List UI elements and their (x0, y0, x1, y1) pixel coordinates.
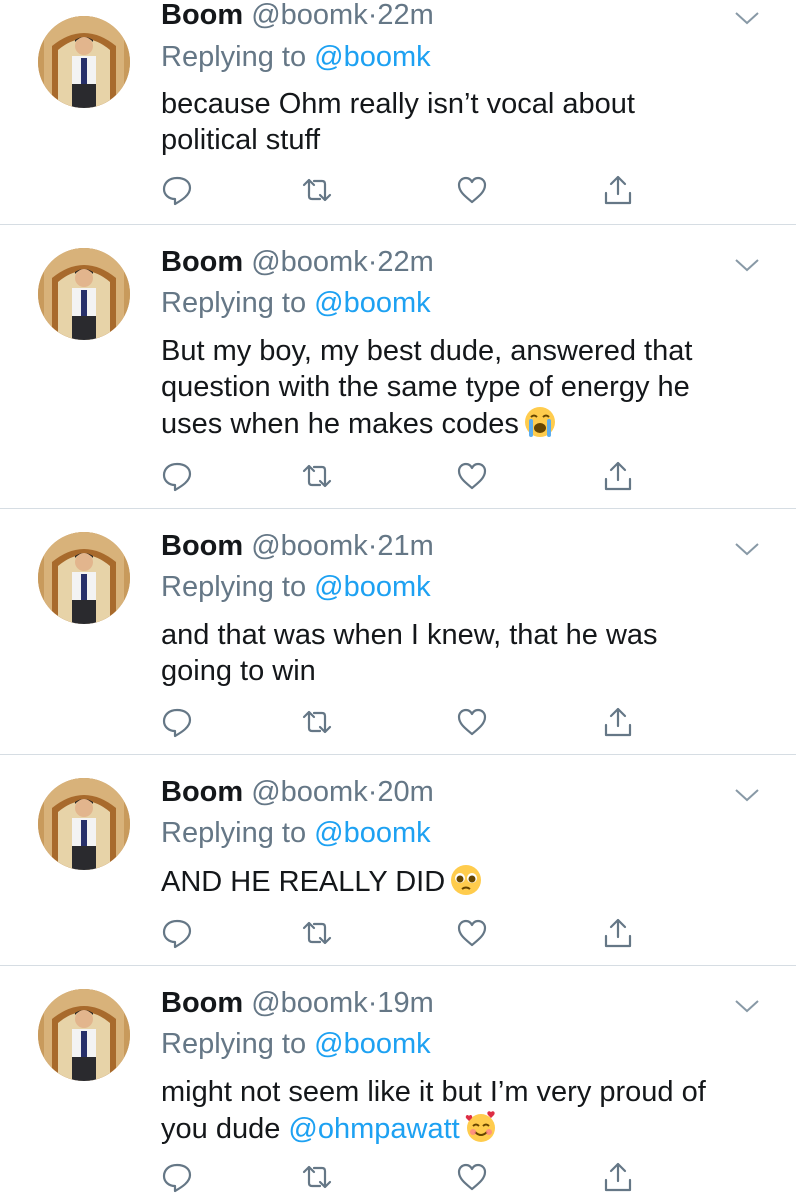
separator: · (367, 530, 378, 562)
timestamp[interactable]: 22m (377, 0, 433, 31)
replying-to: Replying to @boomk (161, 817, 431, 849)
pleading-face-icon (451, 865, 482, 895)
share-icon[interactable] (602, 1161, 634, 1193)
replying-to-mention[interactable]: @boomk (314, 41, 430, 73)
tweet-header: Boom @boomk·21m (161, 529, 434, 563)
handle[interactable]: @boomk (251, 246, 367, 278)
reply-icon[interactable] (161, 706, 193, 738)
replying-to: Replying to @boomk (161, 287, 431, 319)
retweet-icon[interactable] (301, 1161, 333, 1193)
display-name[interactable]: Boom (161, 776, 243, 808)
tweet-header: Boom @boomk·22m (161, 0, 434, 32)
replying-to-mention[interactable]: @boomk (314, 1028, 430, 1060)
share-icon[interactable] (602, 706, 634, 738)
reply-icon[interactable] (161, 460, 193, 492)
retweet-icon[interactable] (301, 706, 333, 738)
avatar[interactable] (38, 248, 130, 340)
tweet-header: Boom @boomk·22m (161, 245, 434, 279)
share-icon[interactable] (602, 917, 634, 949)
display-name[interactable]: Boom (161, 0, 243, 31)
reply-icon[interactable] (161, 174, 193, 206)
reply-icon[interactable] (161, 917, 193, 949)
tweet-text: and that was when I knew, that he was go… (161, 619, 658, 687)
timestamp[interactable]: 19m (377, 987, 433, 1019)
like-icon[interactable] (456, 917, 488, 949)
timestamp[interactable]: 22m (377, 246, 433, 278)
share-icon[interactable] (602, 174, 634, 206)
tweet-1[interactable]: Boom @boomk·22m Replying to @boomk becau… (0, 0, 796, 224)
separator: · (367, 246, 378, 278)
tweet-header: Boom @boomk·20m (161, 775, 434, 809)
tweet-text: might not seem like it but I’m very prou… (161, 1076, 706, 1145)
chevron-down-icon[interactable] (734, 787, 760, 803)
tweet-header: Boom @boomk·19m (161, 986, 434, 1020)
handle[interactable]: @boomk (251, 530, 367, 562)
replying-to: Replying to @boomk (161, 571, 431, 603)
handle[interactable]: @boomk (251, 0, 367, 31)
avatar[interactable] (38, 989, 130, 1081)
display-name[interactable]: Boom (161, 987, 243, 1019)
handle[interactable]: @boomk (251, 776, 367, 808)
tweet-actions (161, 1161, 641, 1193)
chevron-down-icon[interactable] (734, 10, 760, 26)
like-icon[interactable] (456, 706, 488, 738)
avatar[interactable] (38, 16, 130, 108)
chevron-down-icon[interactable] (734, 257, 760, 273)
tweet-actions (161, 706, 641, 738)
tweet-text: AND HE REALLY DID (161, 863, 771, 900)
reply-icon[interactable] (161, 1161, 193, 1193)
mention-link[interactable]: @ohmpawatt (288, 1113, 459, 1145)
avatar[interactable] (38, 778, 130, 870)
timestamp[interactable]: 21m (377, 530, 433, 562)
separator: · (367, 0, 378, 31)
separator: · (367, 987, 378, 1019)
tweet-actions (161, 174, 641, 206)
loudly-crying-face-icon (524, 407, 555, 437)
chevron-down-icon[interactable] (734, 998, 760, 1014)
share-icon[interactable] (602, 460, 634, 492)
replying-to-mention[interactable]: @boomk (314, 571, 430, 603)
avatar[interactable] (38, 532, 130, 624)
tweet-3[interactable]: Boom @boomk·21m Replying to @boomk and t… (0, 509, 796, 754)
separator: · (367, 776, 378, 808)
display-name[interactable]: Boom (161, 530, 243, 562)
smiling-face-with-hearts-icon (465, 1111, 495, 1142)
tweet-text: But my boy, my best dude, answered that … (161, 335, 693, 440)
replying-to: Replying to @boomk (161, 41, 431, 73)
like-icon[interactable] (456, 460, 488, 492)
replying-to-mention[interactable]: @boomk (314, 287, 430, 319)
timestamp[interactable]: 20m (377, 776, 433, 808)
tweet-5[interactable]: Boom @boomk·19m Replying to @boomk might… (0, 966, 796, 1200)
tweet-actions (161, 460, 641, 492)
retweet-icon[interactable] (301, 460, 333, 492)
replying-to-mention[interactable]: @boomk (314, 817, 430, 849)
like-icon[interactable] (456, 1161, 488, 1193)
tweet-text: because Ohm really isn’t vocal about pol… (161, 88, 635, 156)
retweet-icon[interactable] (301, 174, 333, 206)
like-icon[interactable] (456, 174, 488, 206)
display-name[interactable]: Boom (161, 246, 243, 278)
retweet-icon[interactable] (301, 917, 333, 949)
chevron-down-icon[interactable] (734, 541, 760, 557)
replying-to: Replying to @boomk (161, 1028, 431, 1060)
tweet-4[interactable]: Boom @boomk·20m Replying to @boomk AND H… (0, 755, 796, 965)
tweet-actions (161, 917, 641, 949)
tweet-2[interactable]: Boom @boomk·22m Replying to @boomk But m… (0, 225, 796, 508)
handle[interactable]: @boomk (251, 987, 367, 1019)
